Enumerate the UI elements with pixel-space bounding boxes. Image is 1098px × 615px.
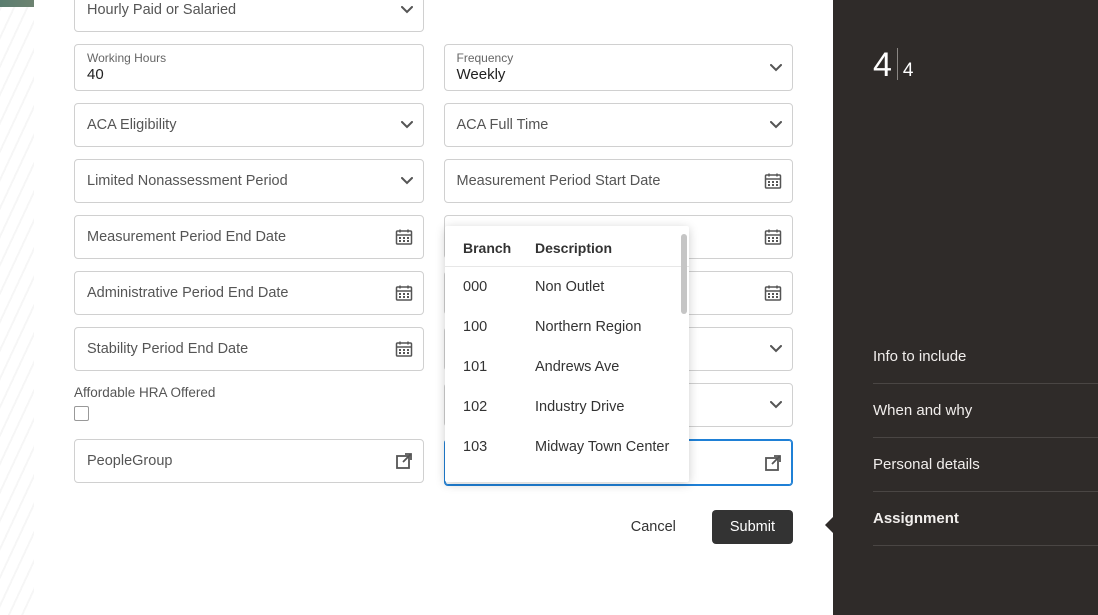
chevron-down-icon — [770, 64, 782, 72]
progress-separator — [897, 48, 898, 80]
launch-icon[interactable] — [395, 452, 413, 470]
hourly-salaried-select[interactable]: Hourly Paid or Salaried — [74, 0, 424, 32]
chevron-down-icon — [770, 121, 782, 129]
hourly-salaried-label: Hourly Paid or Salaried — [87, 2, 383, 18]
popup-row-code: 100 — [463, 319, 535, 335]
limited-nonassessment-label: Limited Nonassessment Period — [87, 173, 383, 189]
admin-end-date-label: Administrative Period End Date — [87, 285, 383, 301]
stability-end-date-input[interactable]: Stability Period End Date — [74, 327, 424, 371]
popup-header: Branch Description — [445, 226, 689, 267]
submit-button[interactable]: Submit — [712, 510, 793, 544]
working-hours-value: 40 — [87, 66, 383, 84]
nav-item-when[interactable]: When and why — [873, 384, 1098, 438]
chevron-down-icon — [401, 6, 413, 14]
popup-row[interactable]: 103Midway Town Center — [445, 427, 689, 467]
affordable-hra-checkbox[interactable] — [74, 406, 89, 421]
chevron-down-icon — [770, 401, 782, 409]
popup-row-desc: Andrews Ave — [535, 359, 619, 375]
measurement-end-date-input[interactable]: Measurement Period End Date — [74, 215, 424, 259]
popup-row-desc: Midway Town Center — [535, 439, 669, 455]
popup-row[interactable]: 000Non Outlet — [445, 267, 689, 307]
nav-item-assignment[interactable]: Assignment — [873, 492, 1098, 546]
aca-full-time-label: ACA Full Time — [457, 117, 753, 133]
chevron-down-icon — [401, 121, 413, 129]
measurement-end-date-label: Measurement Period End Date — [87, 229, 383, 245]
popup-row-desc: Industry Drive — [535, 399, 624, 415]
aca-full-time-select[interactable]: ACA Full Time — [444, 103, 794, 147]
frequency-label: Frequency — [457, 51, 753, 65]
frequency-value: Weekly — [457, 66, 753, 84]
calendar-icon[interactable] — [764, 284, 782, 302]
aca-eligibility-label: ACA Eligibility — [87, 117, 383, 133]
main-area: Hourly Paid or Salaried Working Hours 40… — [0, 0, 833, 615]
aca-eligibility-select[interactable]: ACA Eligibility — [74, 103, 424, 147]
form-actions: Cancel Submit — [34, 486, 833, 544]
popup-row-code: 103 — [463, 439, 535, 455]
measurement-start-date-label: Measurement Period Start Date — [457, 173, 753, 189]
stability-end-date-label: Stability Period End Date — [87, 341, 383, 357]
popup-col-description: Description — [535, 240, 612, 256]
calendar-icon[interactable] — [764, 228, 782, 246]
wizard-progress: 4 4 — [873, 48, 914, 82]
affordable-hra-label: Affordable HRA Offered — [74, 385, 424, 400]
popup-row[interactable]: 100Northern Region — [445, 307, 689, 347]
popup-col-branch: Branch — [463, 240, 535, 256]
wizard-sidebar: 4 4 Info to include When and why Persona… — [833, 0, 1098, 615]
chevron-down-icon — [770, 345, 782, 353]
frequency-select[interactable]: Frequency Weekly — [444, 44, 794, 91]
popup-row[interactable]: 101Andrews Ave — [445, 347, 689, 387]
launch-icon[interactable] — [764, 454, 782, 472]
cancel-button[interactable]: Cancel — [613, 510, 694, 544]
admin-end-date-input[interactable]: Administrative Period End Date — [74, 271, 424, 315]
wizard-nav: Info to include When and why Personal de… — [873, 330, 1098, 546]
active-step-pointer — [825, 516, 834, 534]
calendar-icon[interactable] — [395, 284, 413, 302]
progress-current: 4 — [873, 48, 892, 82]
assignment-form-panel: Hourly Paid or Salaried Working Hours 40… — [34, 0, 833, 568]
popup-row[interactable]: 102Industry Drive — [445, 387, 689, 427]
popup-scrollbar[interactable] — [681, 234, 687, 314]
branch-lookup-popup: Branch Description 000Non Outlet 100Nort… — [445, 226, 689, 482]
popup-row-desc: Northern Region — [535, 319, 641, 335]
limited-nonassessment-select[interactable]: Limited Nonassessment Period — [74, 159, 424, 203]
calendar-icon[interactable] — [764, 172, 782, 190]
people-group-input[interactable]: PeopleGroup — [74, 439, 424, 483]
popup-row-desc: Non Outlet — [535, 279, 604, 295]
nav-item-info[interactable]: Info to include — [873, 330, 1098, 384]
popup-row-code: 000 — [463, 279, 535, 295]
popup-row-code: 102 — [463, 399, 535, 415]
calendar-icon[interactable] — [395, 228, 413, 246]
progress-total: 4 — [903, 61, 914, 82]
calendar-icon[interactable] — [395, 340, 413, 358]
nav-item-personal[interactable]: Personal details — [873, 438, 1098, 492]
measurement-start-date-input[interactable]: Measurement Period Start Date — [444, 159, 794, 203]
people-group-label: PeopleGroup — [87, 453, 383, 469]
working-hours-label: Working Hours — [87, 51, 383, 65]
popup-row-code: 101 — [463, 359, 535, 375]
working-hours-input[interactable]: Working Hours 40 — [74, 44, 424, 91]
chevron-down-icon — [401, 177, 413, 185]
decorative-gutter — [0, 7, 34, 615]
